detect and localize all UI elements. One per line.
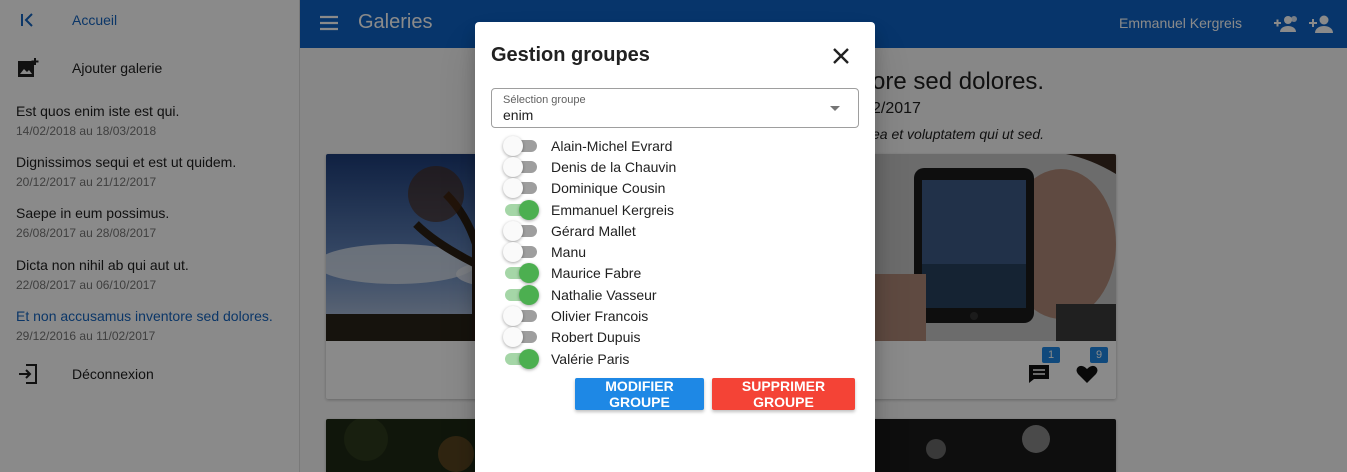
member-switch[interactable]	[503, 284, 539, 305]
member-switch[interactable]	[503, 263, 539, 284]
member-switch[interactable]	[503, 306, 539, 327]
member-switch[interactable]	[503, 242, 539, 263]
member-name: Emmanuel Kergreis	[551, 201, 674, 218]
member-toggle-row[interactable]: Alain-Michel Evrard	[503, 135, 843, 156]
member-switch[interactable]	[503, 348, 539, 369]
switch-thumb[interactable]	[519, 199, 539, 220]
member-name: Valérie Paris	[551, 350, 630, 367]
switch-thumb[interactable]	[503, 327, 523, 348]
switch-thumb[interactable]	[503, 306, 523, 327]
switch-thumb[interactable]	[503, 220, 523, 241]
member-toggle-row[interactable]: Robert Dupuis	[503, 327, 843, 348]
member-name: Robert Dupuis	[551, 329, 641, 346]
member-switch[interactable]	[503, 156, 539, 177]
group-select[interactable]: Sélection groupe enim	[491, 88, 859, 128]
member-name: Alain-Michel Evrard	[551, 137, 673, 154]
switch-thumb[interactable]	[503, 135, 523, 156]
delete-group-button[interactable]: Supprimer groupe	[712, 378, 855, 410]
dropdown-arrow-icon	[830, 106, 840, 111]
member-toggle-row[interactable]: Denis de la Chauvin	[503, 156, 843, 177]
member-name: Gérard Mallet	[551, 222, 636, 239]
group-select-label: Sélection groupe	[503, 94, 586, 106]
member-name: Maurice Fabre	[551, 265, 642, 282]
member-toggle-row[interactable]: Olivier Francois	[503, 305, 843, 327]
member-list: Alain-Michel Evrard Denis de la Chauvin Do…	[503, 135, 843, 369]
member-switch[interactable]	[503, 327, 539, 348]
switch-thumb[interactable]	[503, 242, 523, 263]
member-toggle-row[interactable]: Emmanuel Kergreis	[503, 199, 843, 220]
member-name: Olivier Francois	[551, 308, 649, 325]
switch-thumb[interactable]	[519, 263, 539, 284]
switch-thumb[interactable]	[519, 348, 539, 369]
member-name: Nathalie Vasseur	[551, 286, 657, 303]
member-toggle-row[interactable]: Maurice Fabre	[503, 263, 843, 284]
member-switch[interactable]	[503, 135, 539, 156]
manage-groups-dialog: Gestion groupes Sélection groupe enim Al…	[475, 22, 875, 472]
member-switch[interactable]	[503, 199, 539, 220]
dialog-title: Gestion groupes	[491, 44, 650, 66]
member-toggle-row[interactable]: Manu	[503, 241, 843, 263]
member-name: Denis de la Chauvin	[551, 158, 677, 175]
group-select-value: enim	[503, 107, 534, 123]
member-toggle-row[interactable]: Dominique Cousin	[503, 178, 843, 199]
member-toggle-row[interactable]: Nathalie Vasseur	[503, 284, 843, 305]
member-name: Manu	[551, 244, 587, 261]
switch-thumb[interactable]	[503, 156, 523, 177]
member-switch[interactable]	[503, 178, 539, 199]
modify-group-button[interactable]: Modifier groupe	[575, 378, 704, 410]
switch-thumb[interactable]	[503, 178, 523, 199]
member-name: Dominique Cousin	[551, 180, 666, 197]
member-switch[interactable]	[503, 220, 539, 241]
switch-thumb[interactable]	[519, 284, 539, 305]
member-toggle-row[interactable]: Gérard Mallet	[503, 220, 843, 241]
member-toggle-row[interactable]: Valérie Paris	[503, 348, 843, 369]
close-icon[interactable]	[829, 44, 853, 68]
